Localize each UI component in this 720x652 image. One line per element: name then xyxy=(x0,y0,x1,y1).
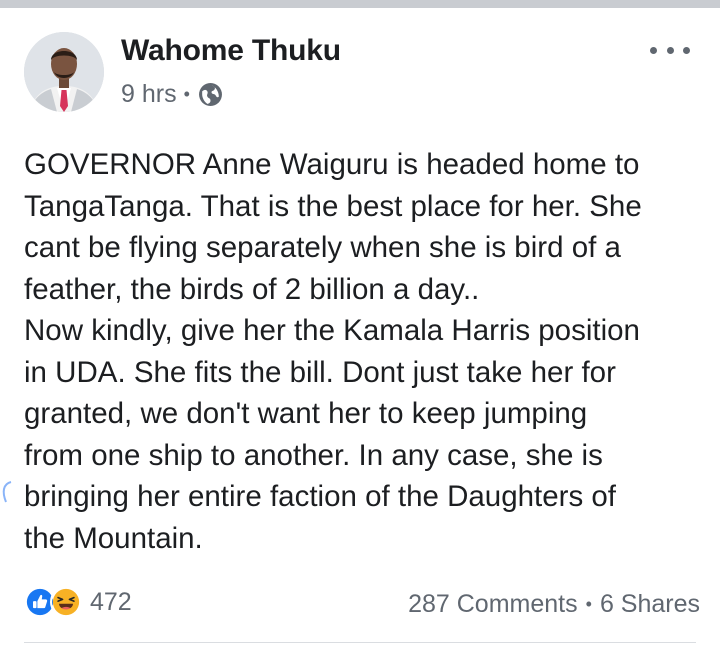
meta-separator: • xyxy=(183,84,190,104)
comments-count-link[interactable]: 287 Comments xyxy=(408,590,578,619)
post-body-line: granted, we don't want her to keep jumpi… xyxy=(24,397,588,430)
top-divider-strip xyxy=(0,0,720,8)
engagement-separator: • xyxy=(585,594,592,614)
post-card: Wahome Thuku 9 hrs • GOVERNOR Anne Waigu… xyxy=(0,8,720,652)
post-body-line: TangaTanga. That is the best place for h… xyxy=(24,189,642,223)
more-dot xyxy=(666,46,674,54)
more-dot xyxy=(683,46,690,54)
more-dot xyxy=(650,46,657,54)
reactions-summary[interactable]: 472 xyxy=(24,586,132,618)
post-body-line: bringing her entire faction of the Daugh… xyxy=(24,480,617,513)
post-timestamp[interactable]: 9 hrs xyxy=(121,80,177,109)
post-body-line: feather, the birds of 2 billion a day.. xyxy=(24,272,480,306)
post-meta: 9 hrs • xyxy=(121,80,223,109)
avatar-photo xyxy=(24,32,104,112)
author-name[interactable]: Wahome Thuku xyxy=(121,34,341,68)
edge-handle-icon xyxy=(2,481,12,503)
more-options-button[interactable] xyxy=(650,40,690,60)
post-body-line: from one ship to another. In any case, s… xyxy=(24,438,603,472)
post-body-line: in UDA. She fits the bill. Dont just tak… xyxy=(24,355,616,389)
post-body: GOVERNOR Anne Waiguru is headed home to … xyxy=(24,144,704,559)
haha-icon xyxy=(50,586,82,618)
post-body-line: GOVERNOR Anne Waiguru is headed home to xyxy=(24,148,640,181)
post-body-line: Now kindly, give her the Kamala Harris p… xyxy=(24,314,640,347)
post-body-line: cant be flying separately when she is bi… xyxy=(24,231,621,264)
globe-icon[interactable] xyxy=(198,82,223,107)
shares-count-link[interactable]: 6 Shares xyxy=(600,590,700,619)
engagement-counts: 287 Comments • 6 Shares xyxy=(408,590,700,619)
actions-divider xyxy=(24,642,696,643)
avatar[interactable] xyxy=(24,32,104,112)
reaction-count: 472 xyxy=(90,587,132,616)
post-body-line: the Mountain. xyxy=(24,521,203,555)
